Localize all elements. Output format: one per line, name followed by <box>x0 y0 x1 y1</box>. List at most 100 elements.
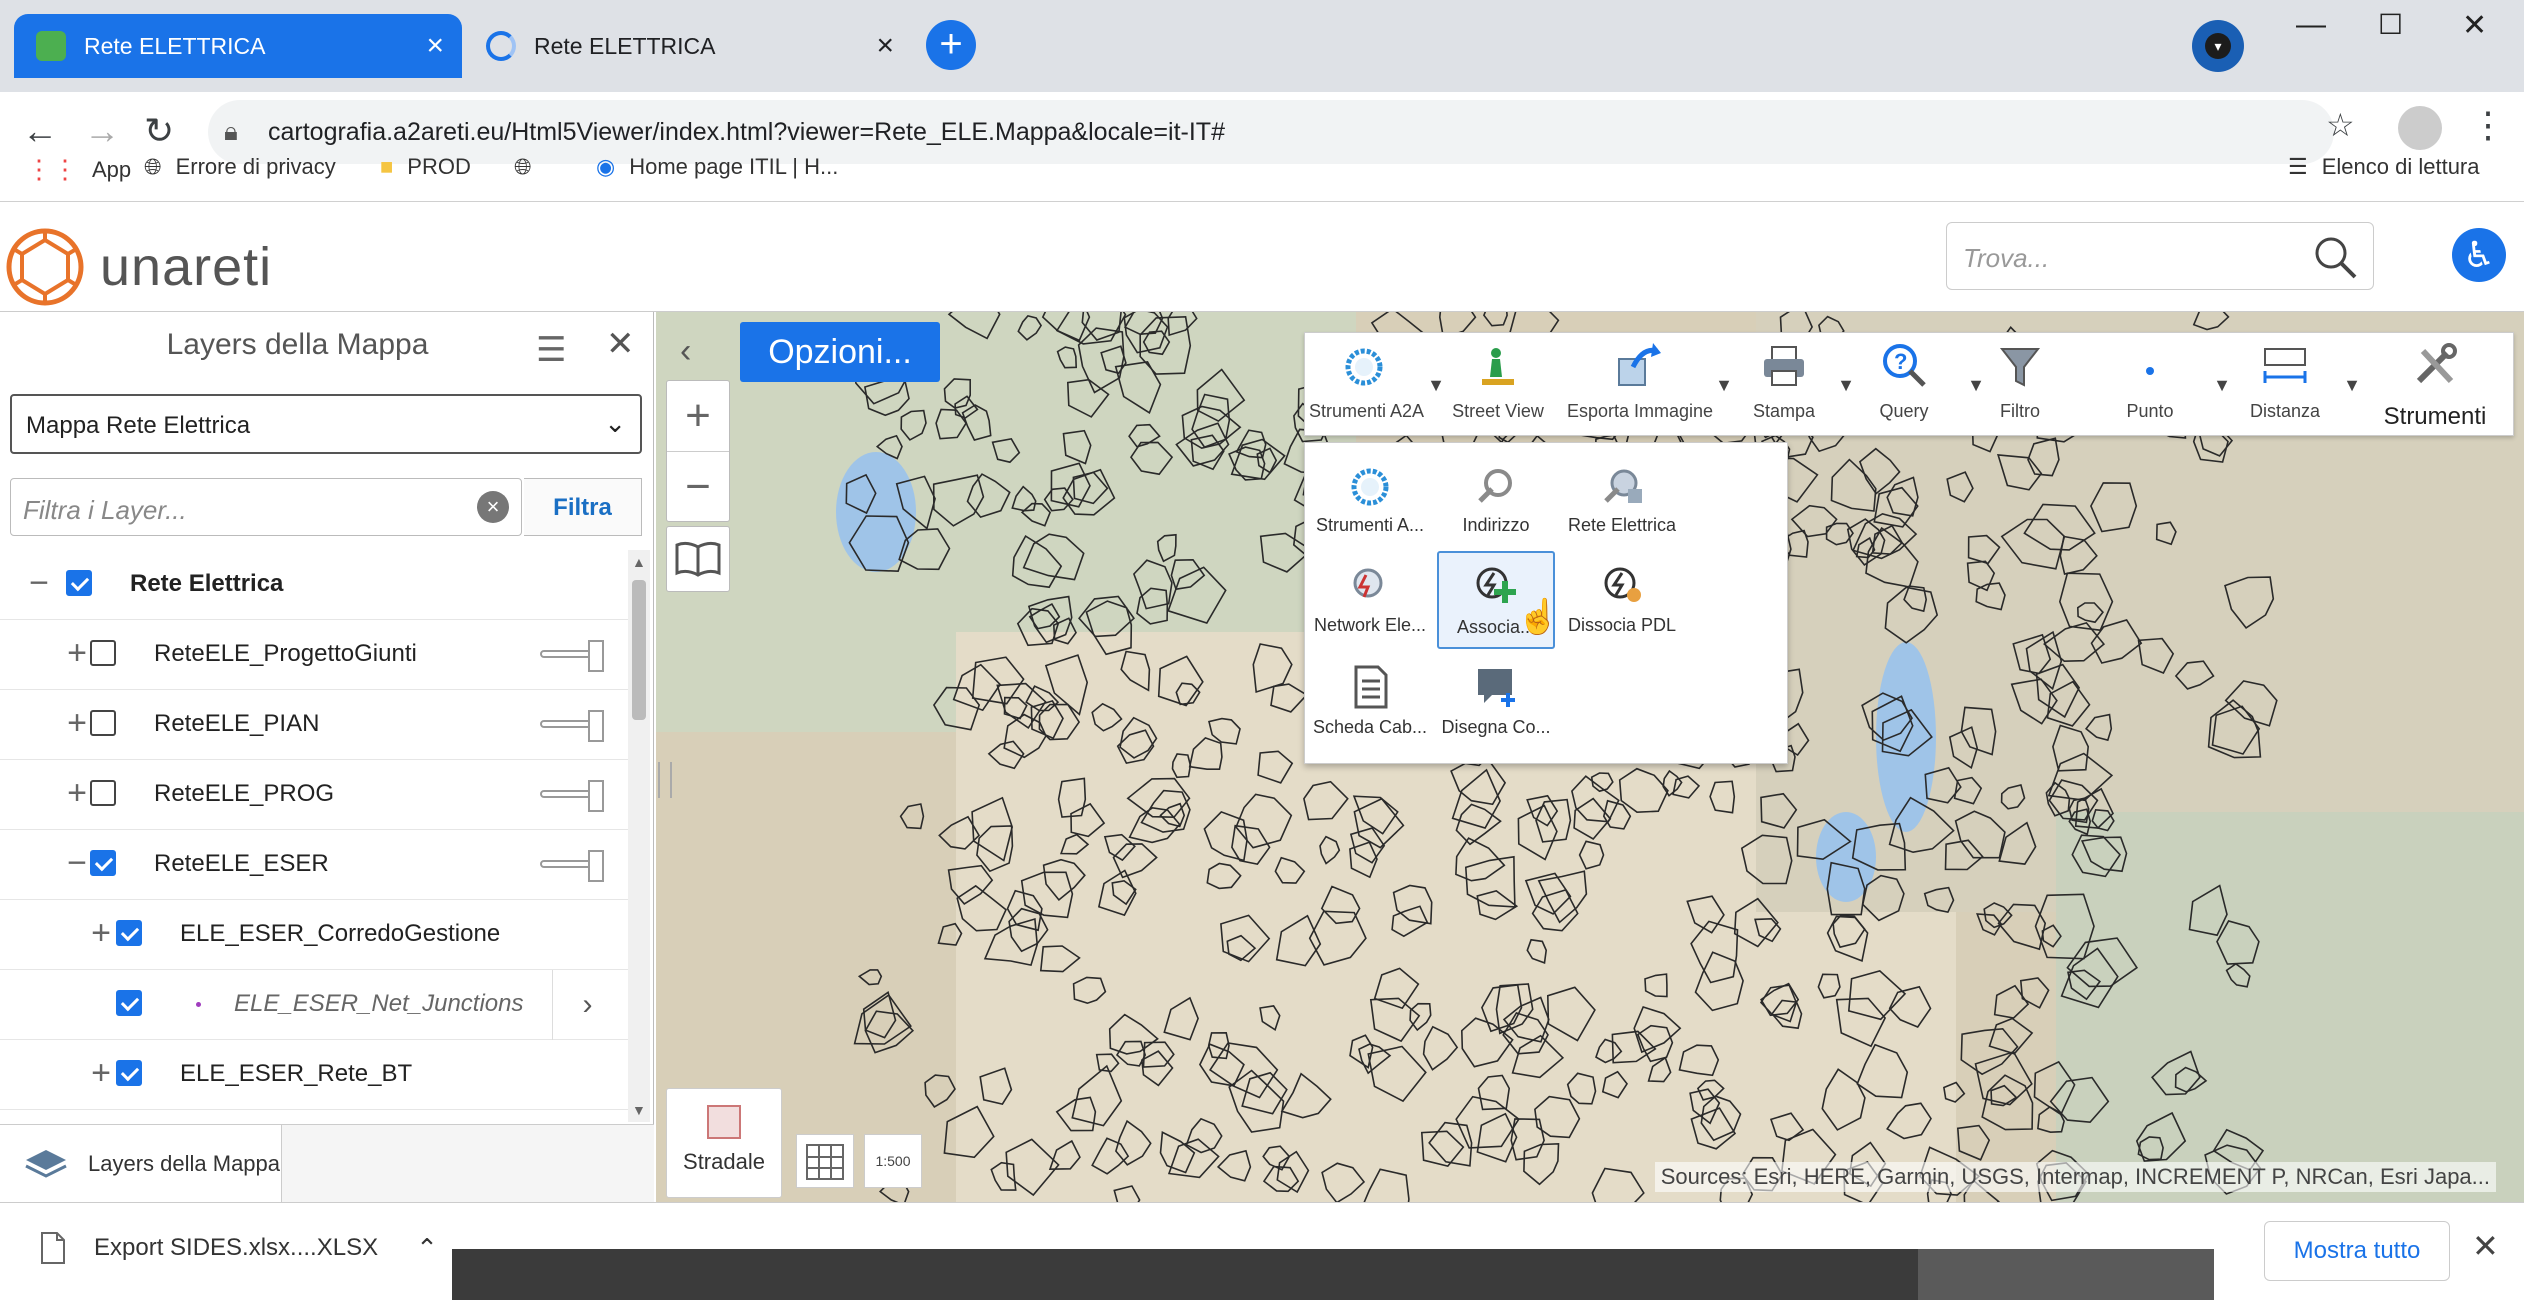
new-tab-button[interactable]: + <box>926 20 976 70</box>
browser-tab-active[interactable]: Rete ELETTRICA × <box>14 14 462 78</box>
coordinates-tool-button[interactable] <box>796 1134 854 1188</box>
layer-row[interactable]: + ReteELE_PIAN <box>0 690 628 760</box>
basemap-switcher[interactable]: Stradale <box>666 1088 782 1198</box>
tab-close-icon[interactable]: × <box>876 31 894 61</box>
bookmark-privacy[interactable]: 🌐︎ Errore di privacy <box>144 154 336 180</box>
layer-checkbox[interactable] <box>90 850 116 876</box>
ribbon-button-print[interactable]: Stampa ▼ <box>1739 333 1855 437</box>
accessibility-icon[interactable]: ♿︎ <box>2452 228 2506 282</box>
profile-badge-icon[interactable]: ▾ <box>2192 20 2244 72</box>
tab-layers[interactable]: Layers della Mappa <box>0 1125 282 1203</box>
expand-icon[interactable]: + <box>86 1054 116 1093</box>
panel-resize-handle[interactable] <box>658 762 672 798</box>
chevron-down-icon[interactable]: ▼ <box>2343 375 2361 396</box>
tool-item-cabin-sheet[interactable]: Scheda Cab... <box>1311 653 1429 751</box>
panel-close-icon[interactable]: ✕ <box>606 324 635 364</box>
layer-row[interactable]: − Rete Elettrica <box>0 550 628 620</box>
layer-filter-input[interactable]: Filtra i Layer... × <box>10 478 522 536</box>
expand-icon[interactable]: + <box>62 774 92 813</box>
bookmark-star-icon[interactable]: ☆ <box>2326 106 2355 144</box>
layer-checkbox[interactable] <box>116 920 142 946</box>
tool-item-network-electric[interactable]: Network Ele... <box>1311 551 1429 649</box>
tool-item-draw[interactable]: Disegna Co... <box>1437 653 1555 751</box>
layer-row[interactable]: + ELE_ESER_CorredoGestione <box>0 900 628 970</box>
site-favicon-icon <box>36 31 66 61</box>
layer-opacity-slider[interactable] <box>540 780 604 812</box>
close-download-bar-icon[interactable]: ✕ <box>2472 1227 2499 1265</box>
layer-row[interactable]: + ReteELE_PROG <box>0 760 628 830</box>
layer-row[interactable]: ELE_ESER_Net_Junctions › <box>0 970 628 1040</box>
ribbon-button-a2a-tools[interactable]: Strumenti A2A ▼ <box>1309 333 1445 437</box>
tool-item-address[interactable]: Indirizzo <box>1437 451 1555 549</box>
browser-tab[interactable]: Rete ELETTRICA × <box>464 14 912 78</box>
tool-item-associate[interactable]: Associa... ☝ <box>1437 551 1559 649</box>
search-input[interactable]: Trova... <box>1946 222 2374 290</box>
layer-label: ELE_ESER_Net_Junctions <box>234 990 524 1017</box>
ribbon-button-tools[interactable]: Strumenti <box>2365 333 2505 437</box>
ribbon-button-filter[interactable]: Filtro <box>1975 333 2065 437</box>
bookmark-globe[interactable]: 🌐︎ <box>514 154 546 180</box>
layer-tree-scrollbar[interactable]: ▲ ▼ <box>628 550 650 1122</box>
zoom-in-button[interactable]: + <box>667 381 729 451</box>
cabin-sheet-icon <box>1354 665 1388 709</box>
filter-button[interactable]: Filtra <box>524 478 642 536</box>
layer-opacity-slider[interactable] <box>540 640 604 672</box>
layer-row[interactable]: + ReteELE_ProgettoGiunti <box>0 620 628 690</box>
tool-item-a2a-tools[interactable]: Strumenti A... <box>1311 451 1429 549</box>
window-close-icon[interactable]: ✕ <box>2462 8 2487 43</box>
expand-icon[interactable]: + <box>62 634 92 673</box>
layer-checkbox[interactable] <box>90 640 116 666</box>
tool-item-dissociate[interactable]: Dissocia PDL <box>1563 551 1681 649</box>
minimize-icon[interactable]: — <box>2296 8 2326 42</box>
chevron-down-icon[interactable]: ▼ <box>2213 375 2231 396</box>
expand-icon[interactable]: + <box>62 704 92 743</box>
scrollbar-thumb[interactable] <box>632 580 646 720</box>
scroll-up-icon[interactable]: ▲ <box>632 554 646 570</box>
layer-row[interactable]: − ReteELE_ESER <box>0 830 628 900</box>
map-select[interactable]: Mappa Rete Elettrica ⌄ <box>10 394 642 454</box>
browser-menu-icon[interactable]: ⋮ <box>2470 104 2506 146</box>
maximize-icon[interactable]: ☐ <box>2378 8 2403 41</box>
layer-checkbox[interactable] <box>116 990 142 1016</box>
ribbon-button-query[interactable]: ? Query ▼ <box>1849 333 1985 437</box>
layer-checkbox[interactable] <box>90 710 116 736</box>
collapse-panel-icon[interactable]: ‹ <box>680 332 691 371</box>
bookmarks-map-button[interactable] <box>666 526 730 592</box>
tab-close-icon[interactable]: × <box>426 31 444 61</box>
reading-list[interactable]: ☰ Elenco di lettura <box>2288 154 2480 180</box>
layer-row[interactable]: + ELE_ESER_Rete_BT <box>0 1040 628 1110</box>
globe-icon: 🌐︎ <box>514 154 532 179</box>
bookmark-itil[interactable]: ◉ Home page ITIL | H... <box>596 154 838 180</box>
ribbon-button-distance[interactable]: Distanza ▼ <box>2235 333 2361 437</box>
download-bar: Export SIDES.xlsx....XLSX ⌃ Mostra tutto… <box>0 1202 2524 1300</box>
media-progress <box>1918 1249 2214 1300</box>
ribbon-button-point[interactable]: Punto ▼ <box>2095 333 2231 437</box>
account-avatar[interactable] <box>2398 106 2442 150</box>
show-all-downloads-button[interactable]: Mostra tutto <box>2264 1221 2450 1281</box>
zoom-out-button[interactable]: − <box>667 452 729 522</box>
expand-icon[interactable]: + <box>86 914 116 953</box>
scroll-down-icon[interactable]: ▼ <box>632 1102 646 1118</box>
layer-opacity-slider[interactable] <box>540 710 604 742</box>
scale-tool-button[interactable]: 1:500 <box>864 1134 922 1188</box>
chevron-up-icon[interactable]: ⌃ <box>416 1233 438 1264</box>
collapse-icon[interactable]: − <box>62 844 92 883</box>
layer-opacity-slider[interactable] <box>540 850 604 882</box>
layer-checkbox[interactable] <box>66 570 92 596</box>
tool-item-electric-network[interactable]: Rete Elettrica <box>1563 451 1681 549</box>
bookmark-prod[interactable]: ■ PROD <box>380 154 471 180</box>
panel-menu-icon[interactable]: ☰ <box>536 330 566 370</box>
download-item[interactable]: Export SIDES.xlsx....XLSX ⌃ <box>40 1231 438 1265</box>
ribbon-button-export-image[interactable]: Esporta Immagine ▼ <box>1567 333 1733 437</box>
collapse-icon[interactable]: − <box>24 564 54 603</box>
bookmark-apps[interactable]: ⋮⋮ App <box>26 154 131 185</box>
options-button[interactable]: Opzioni... <box>740 322 940 382</box>
layer-details-arrow-icon[interactable]: › <box>552 970 622 1040</box>
clear-filter-icon[interactable]: × <box>477 491 509 523</box>
search-icon[interactable] <box>2311 233 2359 281</box>
bookmark-label: Home page ITIL | H... <box>629 154 839 179</box>
ribbon-button-street-view[interactable]: Street View <box>1443 333 1553 437</box>
layer-checkbox[interactable] <box>90 780 116 806</box>
chevron-down-icon[interactable]: ▼ <box>1715 375 1733 396</box>
layer-checkbox[interactable] <box>116 1060 142 1086</box>
